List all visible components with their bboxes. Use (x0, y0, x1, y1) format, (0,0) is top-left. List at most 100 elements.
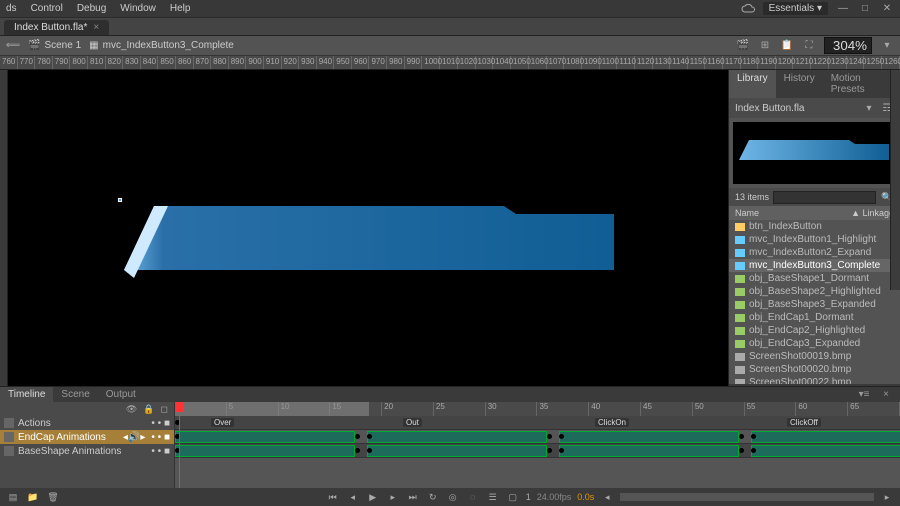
menu-window[interactable]: Window (120, 3, 156, 14)
library-item[interactable]: obj_BaseShape3_Expanded (729, 298, 900, 311)
menu-ds[interactable]: ds (6, 3, 17, 14)
tab-output[interactable]: Output (98, 387, 144, 402)
keyframe[interactable] (751, 434, 756, 439)
zoom-field[interactable] (824, 37, 872, 54)
panel-close-icon[interactable]: × (878, 387, 894, 401)
col-name[interactable]: Name (735, 208, 759, 218)
scroll-right-icon[interactable]: ▸ (880, 490, 894, 504)
stage-center-icon[interactable]: ⊞ (758, 39, 772, 53)
center-frame-icon[interactable]: ▢ (506, 490, 520, 504)
menu-control[interactable]: Control (31, 3, 63, 14)
close-icon[interactable]: ✕ (880, 2, 894, 16)
scene-crumb[interactable]: 🎬 Scene 1 (28, 40, 81, 51)
menu-debug[interactable]: Debug (77, 3, 106, 14)
stage[interactable] (8, 70, 728, 400)
tween-span[interactable] (751, 445, 900, 457)
layer-row[interactable]: Actions• • ■ (0, 416, 174, 430)
library-item[interactable]: btn_IndexButton (729, 220, 900, 233)
workspace-switcher[interactable]: Essentials ▾ (763, 2, 828, 15)
library-item[interactable]: obj_BaseShape1_Dormant (729, 272, 900, 285)
playhead[interactable] (179, 402, 180, 488)
menu-help[interactable]: Help (170, 3, 191, 14)
edit-multiple-icon[interactable]: ☰ (486, 490, 500, 504)
play-icon[interactable]: ▶ (366, 490, 380, 504)
new-folder-layer-icon[interactable]: 📁 (26, 490, 40, 504)
clipboard-icon[interactable]: 📋 (780, 39, 794, 53)
step-fwd-icon[interactable]: ▸ (386, 490, 400, 504)
back-icon[interactable]: ⟸ (6, 39, 20, 53)
keyframe[interactable] (559, 434, 564, 439)
tween-span[interactable] (367, 445, 547, 457)
delete-layer-icon[interactable]: 🗑 (46, 490, 60, 504)
library-item[interactable]: obj_BaseShape2_Highlighted (729, 285, 900, 298)
minimize-icon[interactable]: — (836, 2, 850, 16)
library-item[interactable]: mvc_IndexButton1_Highlight (729, 233, 900, 246)
maximize-icon[interactable]: □ (858, 2, 872, 16)
tab-motion-presets[interactable]: Motion Presets (823, 70, 900, 98)
step-back-icon[interactable]: ◂ (346, 490, 360, 504)
layer-name: Actions (18, 418, 51, 429)
frames-area[interactable]: 15101520253035404550556065 OverOutClickO… (175, 402, 900, 488)
layer-row[interactable]: EndCap Animations◂🔊▸• • ■ (0, 430, 174, 444)
loop-icon[interactable]: ↻ (426, 490, 440, 504)
goto-first-icon[interactable]: ⏮ (326, 490, 340, 504)
tab-scene[interactable]: Scene (53, 387, 97, 402)
zoom-dropdown-icon[interactable]: ▾ (880, 39, 894, 53)
tween-span[interactable] (559, 431, 739, 443)
tween-span[interactable] (175, 445, 355, 457)
library-item[interactable]: ScreenShot00019.bmp (729, 350, 900, 363)
ruler-tick: 1210 (793, 56, 811, 69)
loop-range[interactable] (175, 402, 369, 416)
panel-collapse-strip[interactable] (890, 70, 900, 290)
lock-header-icon[interactable]: 🔒 (143, 404, 154, 415)
ruler-tick: 1070 (547, 56, 565, 69)
panel-menu-icon[interactable]: ▾≡ (856, 387, 872, 401)
keyframe[interactable] (367, 448, 372, 453)
library-item[interactable]: obj_EndCap3_Expanded (729, 337, 900, 350)
library-item[interactable]: mvc_IndexButton3_Complete (729, 259, 900, 272)
onion-outline-icon[interactable]: ◌ (466, 490, 480, 504)
document-close-icon[interactable]: × (93, 22, 99, 33)
keyframe[interactable] (751, 448, 756, 453)
outline-header-icon[interactable]: ◻ (161, 404, 168, 415)
scroll-left-icon[interactable]: ◂ (600, 490, 614, 504)
library-item[interactable]: obj_EndCap1_Dormant (729, 311, 900, 324)
col-linkage[interactable]: ▲ Linkage (851, 208, 894, 218)
ruler-tick: 1000 (422, 56, 440, 69)
pin-icon[interactable]: ▾ (862, 101, 876, 115)
visibility-header-icon[interactable]: 👁 (126, 404, 137, 415)
keyframe[interactable] (367, 434, 372, 439)
tween-span[interactable] (751, 431, 900, 443)
keyframe[interactable] (547, 448, 552, 453)
tween-span[interactable] (367, 431, 547, 443)
tween-span[interactable] (175, 431, 355, 443)
fit-icon[interactable]: ⛶ (802, 39, 816, 53)
keyframe[interactable] (739, 448, 744, 453)
layer-track[interactable] (175, 444, 900, 458)
document-tab[interactable]: Index Button.fla* × (4, 20, 109, 35)
timeline-scrollbar[interactable] (620, 493, 874, 501)
keyframe[interactable] (547, 434, 552, 439)
library-item[interactable]: mvc_IndexButton2_Expand (729, 246, 900, 259)
keyframe[interactable] (355, 448, 360, 453)
symbol-crumb[interactable]: ▦ mvc_IndexButton3_Complete (89, 40, 234, 51)
tab-history[interactable]: History (776, 70, 823, 98)
keyframe[interactable] (739, 434, 744, 439)
keyframe[interactable] (559, 448, 564, 453)
library-item[interactable]: obj_EndCap2_Highlighted (729, 324, 900, 337)
library-item[interactable]: ScreenShot00022.bmp (729, 376, 900, 384)
tween-span[interactable] (559, 445, 739, 457)
asset-label: mvc_IndexButton3_Complete (749, 260, 880, 271)
onion-skin-icon[interactable]: ◎ (446, 490, 460, 504)
tab-library[interactable]: Library (729, 70, 776, 98)
tab-timeline[interactable]: Timeline (0, 387, 53, 402)
library-item[interactable]: ScreenShot00020.bmp (729, 363, 900, 376)
goto-last-icon[interactable]: ⏭ (406, 490, 420, 504)
keyframe[interactable] (355, 434, 360, 439)
library-doc-dropdown[interactable]: Index Button.fla (735, 103, 805, 114)
layer-row[interactable]: BaseShape Animations• • ■ (0, 444, 174, 458)
layer-track[interactable]: OverOutClickOnClickOff (175, 430, 900, 444)
new-layer-icon[interactable]: ▤ (6, 490, 20, 504)
clapper-icon[interactable]: 🎬 (736, 39, 750, 53)
cloud-icon[interactable] (741, 2, 755, 16)
